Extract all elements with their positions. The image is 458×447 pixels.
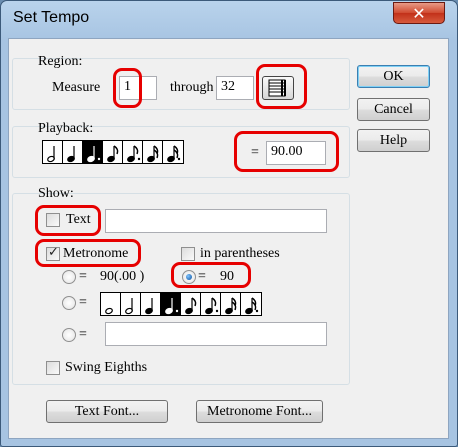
close-button[interactable]: ✕ <box>393 2 445 24</box>
metronome-label[interactable]: Metronome <box>63 246 128 262</box>
measure-range-icon <box>268 79 286 97</box>
playback-dotted-quarter-note-icon[interactable] <box>83 141 103 163</box>
metronome-option-2-radio[interactable] <box>182 270 196 284</box>
playback-sixteenth-note-icon[interactable] <box>143 141 163 163</box>
playback-heading: Playback: <box>38 121 94 136</box>
option-1-value: 90(.00 ) <box>100 269 145 284</box>
playback-dotted-sixteenth-note-icon[interactable] <box>163 141 183 163</box>
metronome-note-picker[interactable] <box>100 292 262 316</box>
swing-eighths-label[interactable]: Swing Eighths <box>65 360 147 376</box>
option-1-equals: = <box>79 269 87 284</box>
text-input[interactable] <box>105 209 327 233</box>
through-input[interactable]: 32 <box>216 76 254 100</box>
dialog-client-area: Region: Measure 1 through 32 Playback: =… <box>8 38 449 439</box>
metronome-option-4-radio[interactable] <box>62 328 76 342</box>
metronome-checkbox[interactable]: ✓ <box>46 245 60 261</box>
option-4-input[interactable] <box>105 322 327 346</box>
metronome-dotted-eighth-note-icon[interactable] <box>201 293 221 315</box>
in-parentheses-checkbox[interactable] <box>181 247 195 261</box>
swing-eighths-checkbox[interactable] <box>46 361 60 375</box>
in-parentheses-label[interactable]: in parentheses <box>200 246 280 262</box>
region-heading: Region: <box>38 54 83 69</box>
metronome-dotted-sixteenth-note-icon[interactable] <box>241 293 261 315</box>
metronome-dotted-quarter-note-icon[interactable] <box>161 293 181 315</box>
help-button[interactable]: Help <box>357 129 430 152</box>
title-bar[interactable]: Set Tempo ✕ <box>1 1 457 39</box>
text-checkbox[interactable] <box>46 213 60 227</box>
metronome-eighth-note-icon[interactable] <box>181 293 201 315</box>
playback-dotted-eighth-note-icon[interactable] <box>123 141 143 163</box>
playback-tempo-input[interactable]: 90.00 <box>266 141 326 165</box>
playback-note-picker[interactable] <box>42 140 184 164</box>
playback-equals: = <box>251 145 259 160</box>
playback-quarter-note-icon[interactable] <box>63 141 83 163</box>
option-2-equals: = <box>198 269 206 284</box>
metronome-half-note-icon[interactable] <box>121 293 141 315</box>
playback-eighth-note-icon[interactable] <box>103 141 123 163</box>
metronome-whole-note-icon[interactable] <box>101 293 121 315</box>
show-heading: Show: <box>38 186 74 201</box>
text-label[interactable]: Text <box>66 212 91 228</box>
metronome-option-3-radio[interactable] <box>62 296 76 310</box>
measure-label: Measure <box>52 80 101 95</box>
set-tempo-dialog: Set Tempo ✕ Region: Measure 1 through 32… <box>0 0 458 447</box>
cancel-button[interactable]: Cancel <box>357 98 430 121</box>
text-font-button[interactable]: Text Font... <box>46 400 168 423</box>
ok-button[interactable]: OK <box>357 65 430 88</box>
metronome-option-1-radio[interactable] <box>62 270 76 284</box>
option-2-value: 90 <box>220 269 234 284</box>
window-title: Set Tempo <box>13 9 90 26</box>
option-4-equals: = <box>79 327 87 342</box>
playback-half-note-icon[interactable] <box>43 141 63 163</box>
through-label: through <box>170 80 214 95</box>
option-3-equals: = <box>79 295 87 310</box>
metronome-quarter-note-icon[interactable] <box>141 293 161 315</box>
metronome-font-button[interactable]: Metronome Font... <box>196 400 323 423</box>
measure-input[interactable]: 1 <box>119 76 157 100</box>
select-measures-button[interactable] <box>262 76 294 100</box>
metronome-sixteenth-note-icon[interactable] <box>221 293 241 315</box>
